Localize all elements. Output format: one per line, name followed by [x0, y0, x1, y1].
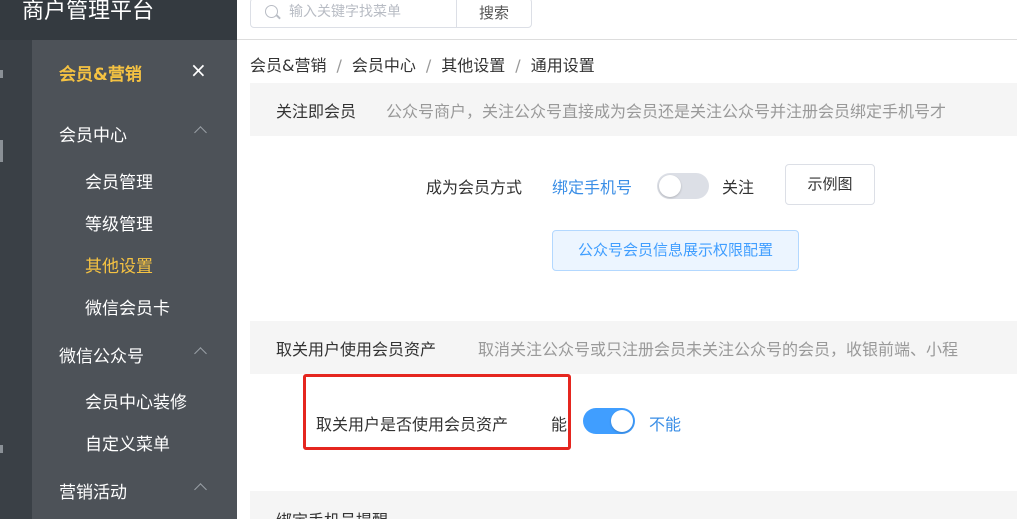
chevron-up-icon[interactable]	[194, 347, 207, 360]
sidebar-group-marketing[interactable]: 营销活动	[59, 478, 127, 503]
search-input[interactable]	[289, 1, 449, 23]
section-description: 公众号商户，关注公众号直接成为会员还是关注公众号并注册会员绑定手机号才	[386, 102, 947, 121]
chevron-up-icon[interactable]	[194, 126, 207, 139]
toggle-knob	[611, 410, 633, 432]
chevron-up-icon[interactable]	[194, 483, 207, 496]
search-box[interactable]	[250, 0, 457, 28]
close-icon[interactable]: ×	[190, 58, 207, 82]
sidebar-group-member-center[interactable]: 会员中心	[59, 121, 127, 146]
sidebar-item-member-center-decoration[interactable]: 会员中心装修	[85, 388, 187, 413]
section-header-bind-phone-reminder: 绑定手机号提醒	[250, 491, 1017, 519]
rail-marker	[0, 70, 3, 78]
section-description: 取消关注公众号或只注册会员未关注公众号的会员，收银前端、小程	[478, 340, 959, 359]
section-title: 绑定手机号提醒	[276, 507, 388, 519]
search-button[interactable]: 搜索	[456, 0, 532, 28]
toggle-knob	[659, 175, 681, 197]
membership-method-toggle[interactable]	[657, 173, 709, 199]
breadcrumb: 会员&营销 / 会员中心 / 其他设置 / 通用设置	[250, 52, 595, 76]
breadcrumb-item[interactable]: 其他设置	[441, 56, 505, 75]
sidebar-header: 会员&营销	[59, 65, 142, 85]
highlight-box	[303, 374, 571, 450]
left-rail	[0, 40, 32, 519]
sidebar-item-level-management[interactable]: 等级管理	[85, 210, 153, 235]
section-title: 取关用户使用会员资产	[276, 340, 437, 359]
rail-marker	[0, 140, 3, 162]
app-title: 商户管理平台	[0, 0, 237, 40]
membership-method-label: 成为会员方式	[426, 178, 523, 197]
sidebar-group-wechat-official[interactable]: 微信公众号	[59, 342, 144, 367]
breadcrumb-separator: /	[336, 56, 342, 75]
breadcrumb-separator: /	[425, 56, 432, 75]
sidebar-item-member-management[interactable]: 会员管理	[85, 168, 153, 193]
breadcrumb-separator: /	[515, 56, 521, 75]
info-permission-config-button[interactable]: 公众号会员信息展示权限配置	[552, 230, 799, 271]
section-header-follow-as-member: 关注即会员 公众号商户，关注公众号直接成为会员还是关注公众号并注册会员绑定手机号…	[250, 83, 1017, 136]
option-follow: 关注	[722, 178, 755, 197]
unfollow-asset-toggle[interactable]	[583, 408, 635, 434]
option-bind-phone: 绑定手机号	[552, 178, 633, 197]
breadcrumb-item[interactable]: 会员中心	[352, 56, 416, 75]
breadcrumb-item-current: 通用设置	[530, 56, 595, 75]
sidebar-item-other-settings[interactable]: 其他设置	[85, 252, 153, 277]
search-icon	[265, 5, 278, 18]
section-title: 关注即会员	[276, 102, 357, 121]
option-cannot: 不能	[649, 415, 682, 434]
sidebar-item-wechat-member-card[interactable]: 微信会员卡	[85, 294, 170, 319]
sidebar: 会员&营销 × 会员中心 会员管理 等级管理 其他设置 微信会员卡 微信公众号 …	[32, 40, 237, 519]
top-bar: 商户管理平台 搜索	[0, 0, 1017, 40]
section-header-unfollow-assets: 取关用户使用会员资产 取消关注公众号或只注册会员未关注公众号的会员，收银前端、小…	[250, 321, 1017, 374]
sidebar-item-custom-menu[interactable]: 自定义菜单	[85, 430, 170, 455]
rail-marker	[0, 445, 3, 453]
breadcrumb-item[interactable]: 会员&营销	[250, 56, 326, 75]
example-image-button[interactable]: 示例图	[785, 164, 875, 205]
